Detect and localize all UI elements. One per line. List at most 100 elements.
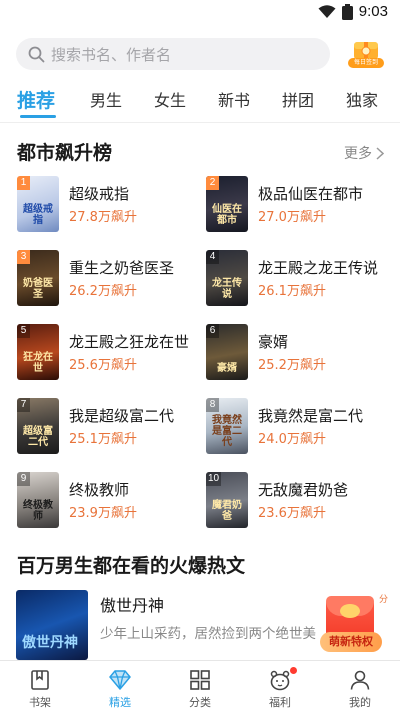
nav-label: 精选 xyxy=(109,696,131,709)
tab-recommend[interactable]: 推荐 xyxy=(17,84,55,118)
ranking-title: 都市飙升榜 xyxy=(17,142,113,164)
book-cover: 傲世丹神 xyxy=(16,590,88,660)
tab-exclusive[interactable]: 独家 xyxy=(346,84,378,118)
tabs-divider xyxy=(0,122,400,123)
book-title: 极品仙医在都市 xyxy=(258,185,364,203)
book-cover: 9 终极教师 xyxy=(17,472,59,528)
rank-number: 5 xyxy=(17,324,30,338)
rank-number: 9 xyxy=(17,472,30,486)
rank-item[interactable]: 5 狂龙在世 龙王殿之狂龙在世 25.6万飙升 xyxy=(17,324,197,386)
cover-title: 奶爸医圣 xyxy=(23,278,53,300)
book-heat: 24.0万飙升 xyxy=(258,432,326,447)
tab-new-books[interactable]: 新书 xyxy=(218,84,250,118)
nav-label: 分类 xyxy=(189,696,211,709)
daily-sign-label: 每日签到 xyxy=(348,58,384,68)
bookshelf-icon xyxy=(31,670,49,690)
grid-icon xyxy=(190,670,210,690)
book-heat: 23.9万飙升 xyxy=(69,506,137,521)
tab-group-buy[interactable]: 拼团 xyxy=(282,84,314,118)
cover-title: 龙王传说 xyxy=(212,278,242,300)
nav-bookshelf[interactable]: 书架 xyxy=(0,661,80,711)
rank-number: 7 xyxy=(17,398,30,412)
bottom-nav: 书架 精选 分类 福利 我的 xyxy=(0,660,400,711)
nav-benefits[interactable]: 福利 xyxy=(240,661,320,711)
rank-item[interactable]: 4 龙王传说 龙王殿之龙王传说 26.1万飙升 xyxy=(206,250,386,312)
book-title: 豪婿 xyxy=(258,333,289,351)
book-title: 终极教师 xyxy=(69,481,130,499)
daily-sign-button[interactable]: 每日签到 xyxy=(345,36,387,72)
cover-title: 终极教师 xyxy=(23,500,53,522)
rank-item[interactable]: 9 终极教师 终极教师 23.9万飙升 xyxy=(17,472,197,534)
book-title: 超级戒指 xyxy=(69,185,130,203)
cover-title: 狂龙在世 xyxy=(23,352,53,374)
book-cover: 5 狂龙在世 xyxy=(17,324,59,380)
book-heat: 25.6万飙升 xyxy=(69,358,137,373)
category-tabs: 推荐 男生 女生 新书 拼团 独家 xyxy=(0,84,400,118)
notification-badge xyxy=(290,667,297,674)
book-cover: 2 仙医在都市 xyxy=(206,176,248,232)
chevron-right-icon xyxy=(376,146,384,160)
rank-item[interactable]: 10 魔君奶爸 无敌魔君奶爸 23.6万飙升 xyxy=(206,472,386,534)
ranking-more-button[interactable]: 更多 xyxy=(344,143,384,163)
book-heat: 26.1万飙升 xyxy=(258,284,326,299)
promo-label: 萌新特权 xyxy=(320,632,382,652)
book-heat: 27.8万飙升 xyxy=(69,210,137,225)
promo-corner-text: 分 xyxy=(378,595,388,605)
book-title: 龙王殿之龙王传说 xyxy=(258,259,379,277)
nav-label: 书架 xyxy=(29,696,51,709)
nav-featured[interactable]: 精选 xyxy=(80,661,160,711)
status-time: 9:03 xyxy=(358,3,388,20)
book-heat: 23.6万飙升 xyxy=(258,506,326,521)
rank-number: 10 xyxy=(206,472,222,486)
tab-male[interactable]: 男生 xyxy=(90,84,122,118)
newbie-privilege-button[interactable]: 萌新特权 分 xyxy=(318,592,388,658)
rank-item[interactable]: 7 超级富二代 我是超级富二代 25.1万飙升 xyxy=(17,398,197,460)
nav-label: 福利 xyxy=(269,696,291,709)
rank-number: 3 xyxy=(17,250,30,264)
rank-item[interactable]: 6 豪婿 豪婿 25.2万飙升 xyxy=(206,324,386,386)
book-title: 重生之奶爸医圣 xyxy=(69,259,175,277)
book-cover: 7 超级富二代 xyxy=(17,398,59,454)
rank-item[interactable]: 1 超级戒指 超级戒指 27.8万飙升 xyxy=(17,176,197,238)
nav-category[interactable]: 分类 xyxy=(160,661,240,711)
book-cover: 8 我竟然是富二代 xyxy=(206,398,248,454)
hot-section-title: 百万男生都在看的火爆热文 xyxy=(17,555,246,577)
rank-number: 8 xyxy=(206,398,219,412)
status-icons: 9:03 xyxy=(318,3,388,20)
book-cover: 4 龙王传说 xyxy=(206,250,248,306)
rank-number: 4 xyxy=(206,250,219,264)
cover-title: 傲世丹神 xyxy=(22,635,78,651)
cover-title: 超级富二代 xyxy=(23,426,53,448)
cover-title: 魔君奶爸 xyxy=(212,500,242,522)
nav-profile[interactable]: 我的 xyxy=(320,661,400,711)
status-bar: 9:03 xyxy=(0,0,400,26)
cover-title: 我竟然是富二代 xyxy=(212,415,242,448)
cover-title: 豪婿 xyxy=(217,363,237,374)
search-icon xyxy=(28,46,45,62)
book-description: 少年上山采药，居然捡到两个绝世美 xyxy=(100,626,316,642)
book-title: 傲世丹神 xyxy=(100,596,165,615)
rank-item[interactable]: 8 我竟然是富二代 我竟然是富二代 24.0万飙升 xyxy=(206,398,386,460)
search-placeholder: 搜索书名、作者名 xyxy=(51,45,172,64)
cover-title: 超级戒指 xyxy=(23,204,53,226)
rank-item[interactable]: 2 仙医在都市 极品仙医在都市 27.0万飙升 xyxy=(206,176,386,238)
book-cover: 6 豪婿 xyxy=(206,324,248,380)
book-heat: 26.2万飙升 xyxy=(69,284,137,299)
active-tab-indicator xyxy=(20,115,56,118)
rank-item[interactable]: 3 奶爸医圣 重生之奶爸医圣 26.2万飙升 xyxy=(17,250,197,312)
search-input[interactable]: 搜索书名、作者名 xyxy=(16,38,330,70)
cover-title: 仙医在都市 xyxy=(212,204,242,226)
more-label: 更多 xyxy=(344,146,372,162)
book-heat: 27.0万飙升 xyxy=(258,210,326,225)
rank-number: 2 xyxy=(206,176,219,190)
book-cover: 3 奶爸医圣 xyxy=(17,250,59,306)
tab-female[interactable]: 女生 xyxy=(154,84,186,118)
book-heat: 25.2万飙升 xyxy=(258,358,326,373)
book-cover: 1 超级戒指 xyxy=(17,176,59,232)
book-heat: 25.1万飙升 xyxy=(69,432,137,447)
book-cover: 10 魔君奶爸 xyxy=(206,472,248,528)
book-title: 龙王殿之狂龙在世 xyxy=(69,333,190,351)
book-title: 我竟然是富二代 xyxy=(258,407,364,425)
wifi-icon xyxy=(318,4,336,18)
nav-label: 我的 xyxy=(349,696,371,709)
